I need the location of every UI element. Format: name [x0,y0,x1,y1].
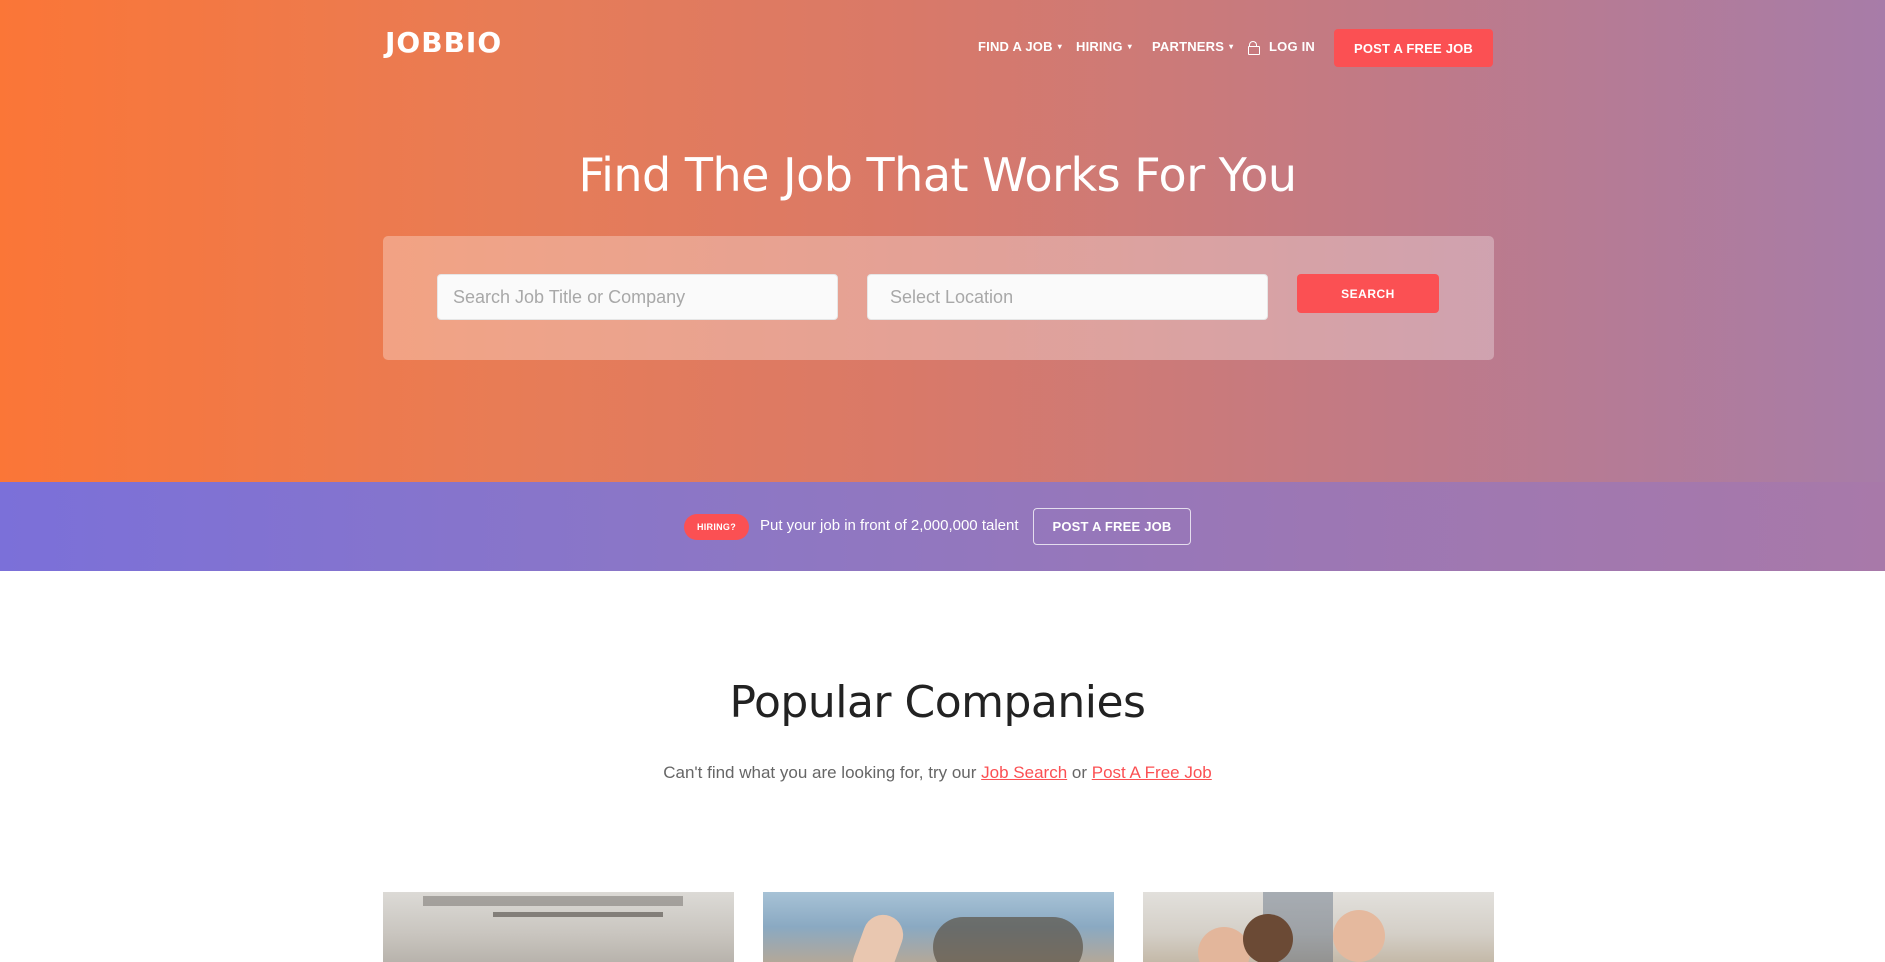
nav-partners[interactable]: PARTNERS ▾ [1152,39,1233,54]
company-card-image-detail [493,912,663,917]
top-nav: FIND A JOB ▾ HIRING ▾ PARTNERS ▾ LOG IN [0,29,1885,67]
location-select-field[interactable] [867,274,1268,320]
nav-partners-label: PARTNERS [1152,39,1225,54]
job-search-link[interactable]: Job Search [981,763,1067,782]
company-card-festival[interactable] [763,892,1114,962]
hero-section: JOBBIO FIND A JOB ▾ HIRING ▾ PARTNERS ▾ … [0,0,1885,482]
subtitle-connector: or [1071,763,1088,782]
company-card-image-detail [1243,914,1293,962]
hero-title: Find The Job That Works For You [578,148,1297,202]
chevron-down-icon: ▾ [1057,42,1062,51]
nav-log-in[interactable]: LOG IN [1248,39,1315,55]
popular-companies-subtitle: Can't find what you are looking for, try… [0,763,1875,783]
company-card-image-detail [933,917,1083,962]
nav-log-in-label: LOG IN [1269,39,1315,54]
subtitle-prefix: Can't find what you are looking for, try… [663,763,977,782]
hiring-badge: HIRING? [684,514,749,540]
company-card-image-detail [1333,910,1385,962]
nav-find-a-job[interactable]: FIND A JOB ▾ [978,39,1062,54]
lock-icon [1248,40,1260,55]
band-post-free-job-button[interactable]: POST A FREE JOB [1033,508,1191,545]
job-search-input[interactable] [453,275,837,319]
hiring-band-text: Put your job in front of 2,000,000 talen… [760,517,1019,534]
company-card-office[interactable] [383,892,734,962]
nav-hiring[interactable]: HIRING ▾ [1076,39,1132,54]
nav-hiring-label: HIRING [1076,39,1123,54]
nav-find-a-job-label: FIND A JOB [978,39,1053,54]
post-free-job-link[interactable]: Post A Free Job [1092,763,1212,782]
post-free-job-button[interactable]: POST A FREE JOB [1334,29,1493,67]
company-card-team[interactable] [1143,892,1494,962]
search-panel: SEARCH [383,236,1494,360]
job-search-field[interactable] [437,274,838,320]
company-card-image-detail [1198,927,1250,962]
company-card-image [423,896,683,906]
search-button[interactable]: SEARCH [1297,274,1439,313]
hiring-band: HIRING? Put your job in front of 2,000,0… [0,482,1885,571]
popular-companies-title: Popular Companies [729,677,1146,728]
chevron-down-icon: ▾ [1127,42,1132,51]
company-card-image [847,909,909,962]
location-select-input[interactable] [890,275,1267,319]
chevron-down-icon: ▾ [1229,42,1234,51]
